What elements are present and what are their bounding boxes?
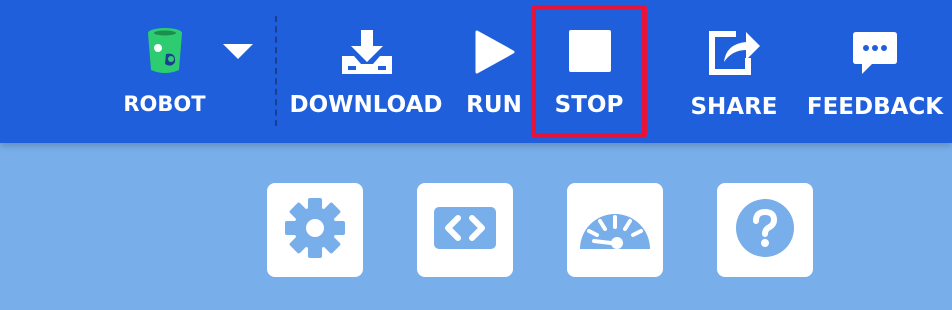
settings-tile-button[interactable]	[267, 183, 363, 277]
feedback-label: FEEDBACK	[806, 94, 944, 120]
run-label: RUN	[466, 92, 522, 118]
chat-bubble-icon	[852, 30, 898, 76]
gear-icon	[283, 196, 347, 264]
dashboard-tile-button[interactable]	[567, 183, 663, 277]
download-button[interactable]: DOWNLOAD	[290, 0, 442, 143]
feedback-button[interactable]: FEEDBACK	[806, 0, 944, 143]
download-tray-icon	[340, 30, 394, 76]
play-icon	[475, 30, 515, 74]
run-button[interactable]: RUN	[462, 0, 526, 143]
stop-square-icon	[569, 30, 611, 72]
stop-button[interactable]: STOP	[545, 0, 633, 143]
help-question-icon	[735, 198, 795, 262]
share-button[interactable]: SHARE	[686, 0, 782, 143]
code-brackets-icon	[434, 207, 496, 253]
caret-down-icon[interactable]	[223, 44, 253, 64]
help-tile-button[interactable]	[717, 183, 813, 277]
share-arrow-icon	[706, 28, 762, 76]
toolbar-divider	[275, 16, 277, 126]
code-tile-button[interactable]	[417, 183, 513, 277]
speedometer-icon	[578, 203, 652, 257]
download-label: DOWNLOAD	[289, 92, 443, 118]
stop-label: STOP	[554, 92, 624, 118]
top-toolbar: ROBOT DOWNLOAD RUN STOP SHARE FEEDBACK	[0, 0, 952, 143]
robot-can-icon	[144, 26, 186, 74]
robot-button[interactable]: ROBOT	[112, 0, 217, 143]
share-label: SHARE	[690, 94, 778, 120]
robot-label: ROBOT	[123, 92, 206, 116]
